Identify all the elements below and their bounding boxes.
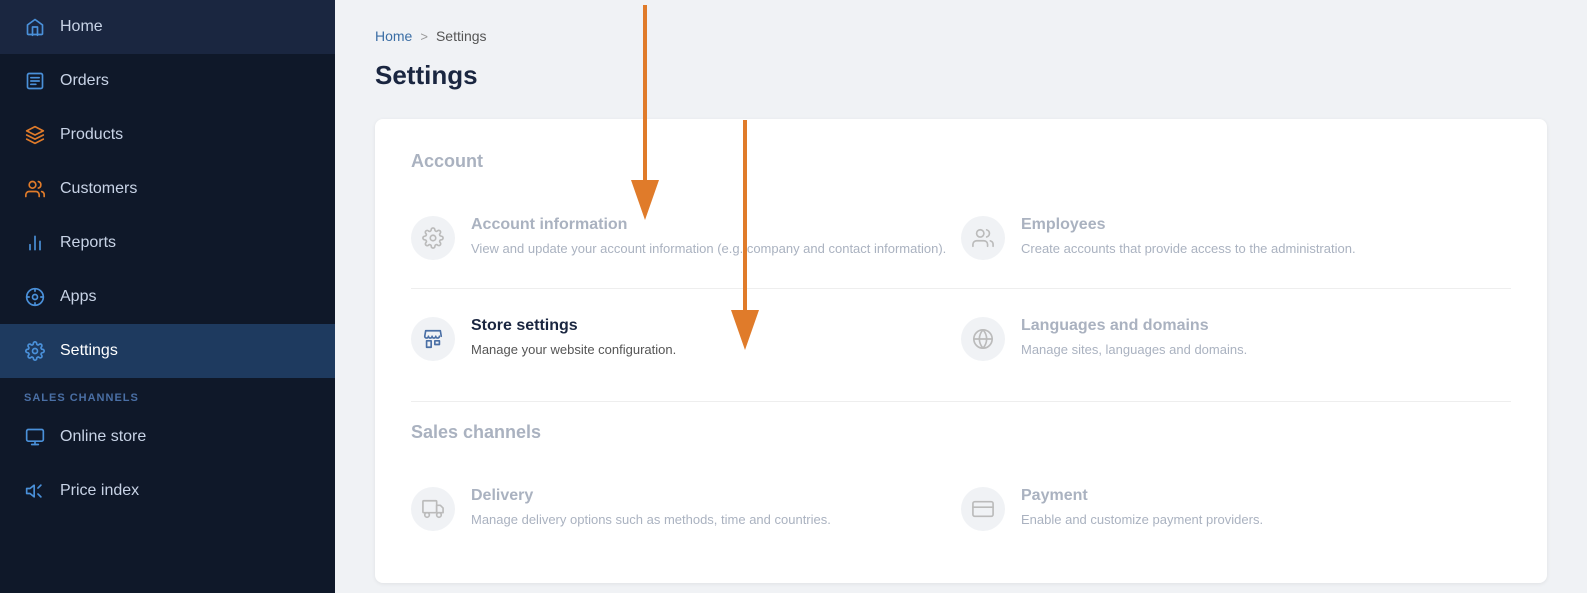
store-settings-item[interactable]: Store settings Manage your website confi… [411,297,961,381]
sidebar-item-reports[interactable]: Reports [0,216,335,270]
delivery-item[interactable]: Delivery Manage delivery options such as… [411,467,961,551]
languages-domains-text: Languages and domains Manage sites, lang… [1021,317,1247,360]
payment-title: Payment [1021,487,1263,505]
store-settings-title: Store settings [471,317,676,335]
sidebar-item-price-index-label: Price index [60,482,139,500]
sidebar: Home Orders Products [0,0,335,593]
sidebar-item-settings[interactable]: Settings [0,324,335,378]
delivery-title: Delivery [471,487,831,505]
store-settings-text: Store settings Manage your website confi… [471,317,676,360]
account-information-text: Account information View and update your… [471,216,946,259]
online-store-icon [24,426,46,448]
employees-icon-wrapper [961,216,1005,260]
sales-channels-section-label: SALES CHANNELS [0,378,335,410]
payment-desc: Enable and customize payment providers. [1021,510,1263,530]
breadcrumb-current: Settings [436,28,487,44]
sidebar-item-products[interactable]: Products [0,108,335,162]
sidebar-item-customers[interactable]: Customers [0,162,335,216]
payment-item[interactable]: Payment Enable and customize payment pro… [961,467,1511,551]
payment-text: Payment Enable and customize payment pro… [1021,487,1263,530]
employees-title: Employees [1021,216,1356,234]
store-icon [422,328,444,350]
employees-text: Employees Create accounts that provide a… [1021,216,1356,259]
page-title: Settings [375,60,1547,91]
delivery-icon-wrapper [411,487,455,531]
account-divider [411,288,1511,289]
sales-channels-section-title: Sales channels [411,422,1511,443]
sales-channels-settings-grid: Delivery Manage delivery options such as… [411,467,1511,551]
credit-card-icon [972,498,994,520]
truck-icon [422,498,444,520]
home-icon [24,16,46,38]
account-settings-grid: Account information View and update your… [411,196,1511,381]
employees-icon [972,227,994,249]
main-content: Home > Settings Settings Account Account… [335,0,1587,593]
sidebar-item-apps-label: Apps [60,288,96,306]
store-settings-icon-wrapper [411,317,455,361]
account-information-desc: View and update your account information… [471,239,946,259]
store-settings-desc: Manage your website configuration. [471,340,676,360]
breadcrumb-separator: > [420,29,428,44]
sidebar-item-online-store[interactable]: Online store [0,410,335,464]
employees-item[interactable]: Employees Create accounts that provide a… [961,196,1511,280]
sidebar-item-home-label: Home [60,18,103,36]
sidebar-item-products-label: Products [60,126,123,144]
account-information-icon-wrapper [411,216,455,260]
account-information-item[interactable]: Account information View and update your… [411,196,961,280]
languages-domains-item[interactable]: Languages and domains Manage sites, lang… [961,297,1511,381]
customers-icon [24,178,46,200]
apps-icon [24,286,46,308]
account-section-title: Account [411,151,1511,172]
languages-domains-icon-wrapper [961,317,1005,361]
delivery-desc: Manage delivery options such as methods,… [471,510,831,530]
sidebar-item-customers-label: Customers [60,180,137,198]
sidebar-item-settings-label: Settings [60,342,118,360]
sidebar-item-price-index[interactable]: Price index [0,464,335,518]
sidebar-item-orders[interactable]: Orders [0,54,335,108]
sidebar-item-reports-label: Reports [60,234,116,252]
breadcrumb-home-link[interactable]: Home [375,28,412,44]
orders-icon [24,70,46,92]
price-index-icon [24,480,46,502]
payment-icon-wrapper [961,487,1005,531]
languages-domains-title: Languages and domains [1021,317,1247,335]
section-divider [411,401,1511,402]
languages-domains-desc: Manage sites, languages and domains. [1021,340,1247,360]
sidebar-item-home[interactable]: Home [0,0,335,54]
reports-icon [24,232,46,254]
delivery-text: Delivery Manage delivery options such as… [471,487,831,530]
sidebar-item-orders-label: Orders [60,72,109,90]
settings-card: Account Account information View and upd… [375,119,1547,583]
sidebar-item-apps[interactable]: Apps [0,270,335,324]
breadcrumb: Home > Settings [375,28,1547,44]
products-icon [24,124,46,146]
employees-desc: Create accounts that provide access to t… [1021,239,1356,259]
gear-icon [422,227,444,249]
globe-icon [972,328,994,350]
settings-icon [24,340,46,362]
sidebar-item-online-store-label: Online store [60,428,146,446]
account-information-title: Account information [471,216,946,234]
